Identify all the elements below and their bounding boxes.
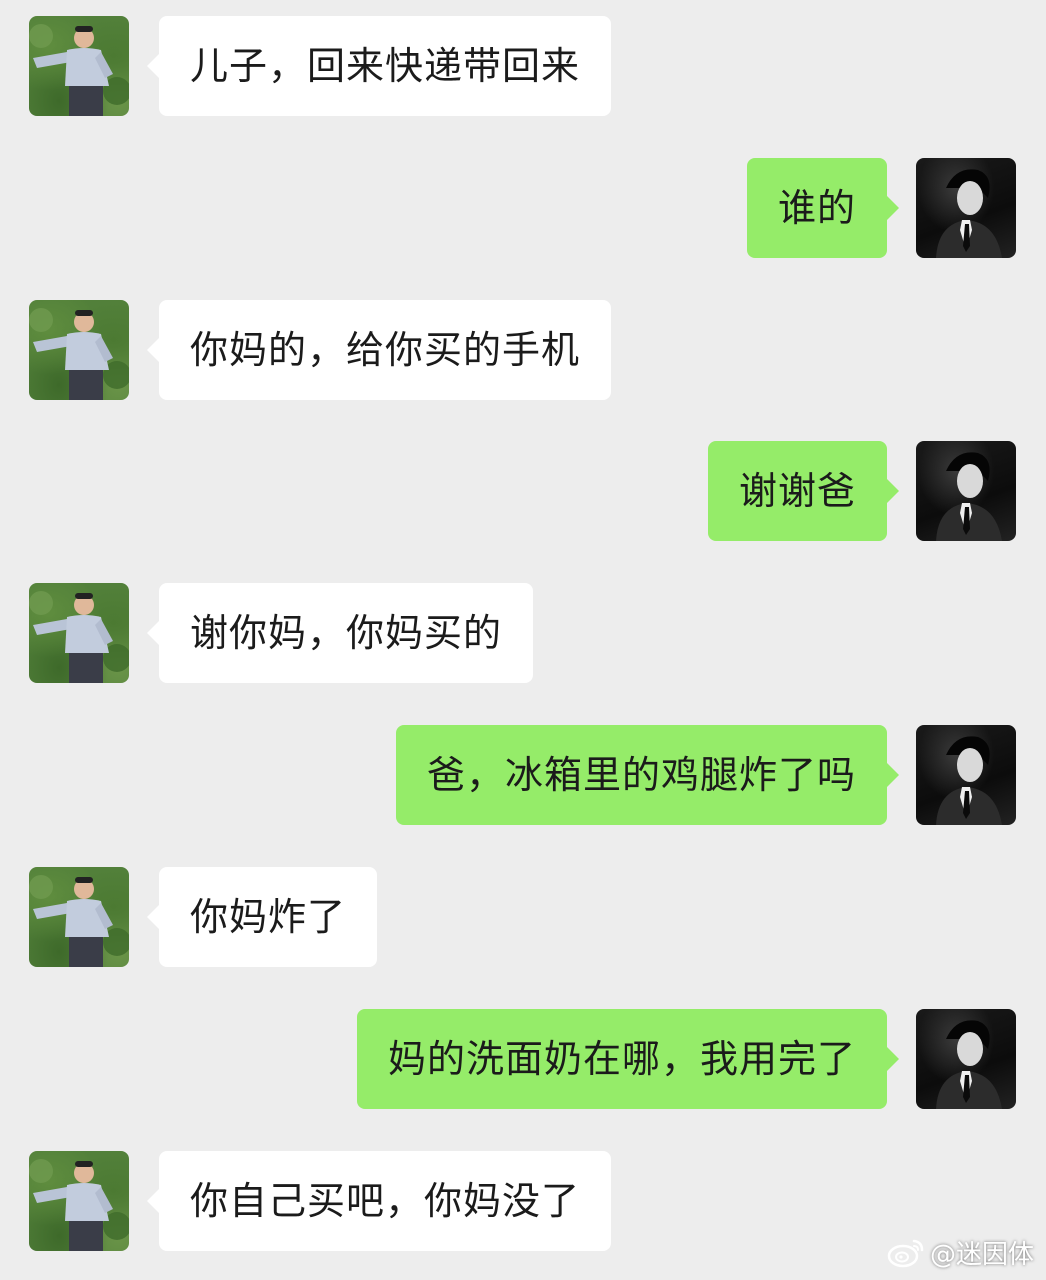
message-bubble[interactable]: 你妈炸了 xyxy=(146,867,378,967)
person-icon xyxy=(29,24,129,116)
message-row: 你妈炸了 xyxy=(0,867,1046,967)
dad-avatar[interactable] xyxy=(29,16,129,116)
person-icon xyxy=(936,169,1002,258)
message-row: 妈的洗面奶在哪，我用完了 xyxy=(0,1009,1046,1109)
son-avatar[interactable] xyxy=(916,1009,1016,1109)
dad-avatar[interactable] xyxy=(29,300,129,400)
person-icon xyxy=(936,736,1002,825)
person-icon xyxy=(29,308,129,400)
message-row: 谁的 xyxy=(0,158,1046,258)
watermark-text: @迷因体 xyxy=(929,1239,1034,1270)
son-avatar[interactable] xyxy=(916,158,1016,258)
person-icon xyxy=(936,1020,1002,1109)
message-bubble[interactable]: 谢你妈，你妈买的 xyxy=(146,583,534,683)
message-bubble[interactable]: 你自己买吧，你妈没了 xyxy=(146,1151,612,1251)
son-avatar[interactable] xyxy=(916,441,1016,541)
son-avatar[interactable] xyxy=(916,725,1016,825)
message-bubble[interactable]: 谢谢爸 xyxy=(707,441,900,541)
message-bubble[interactable]: 爸，冰箱里的鸡腿炸了吗 xyxy=(395,725,900,825)
person-icon xyxy=(29,875,129,967)
dad-avatar[interactable] xyxy=(29,583,129,683)
message-bubble[interactable]: 儿子，回来快递带回来 xyxy=(146,16,612,116)
weibo-icon xyxy=(886,1236,926,1268)
person-icon xyxy=(936,452,1002,541)
person-icon xyxy=(29,591,129,683)
message-bubble[interactable]: 你妈的，给你买的手机 xyxy=(146,300,612,400)
message-row: 谢你妈，你妈买的 xyxy=(0,583,1046,683)
dad-avatar[interactable] xyxy=(29,1151,129,1251)
message-row: 你妈的，给你买的手机 xyxy=(0,300,1046,400)
person-icon xyxy=(29,1159,129,1251)
message-row: 儿子，回来快递带回来 xyxy=(0,16,1046,116)
watermark: @迷因体 xyxy=(886,1234,1034,1270)
message-row: 谢谢爸 xyxy=(0,441,1046,541)
message-row: 爸，冰箱里的鸡腿炸了吗 xyxy=(0,725,1046,825)
dad-avatar[interactable] xyxy=(29,867,129,967)
message-bubble[interactable]: 妈的洗面奶在哪，我用完了 xyxy=(356,1009,900,1109)
message-bubble[interactable]: 谁的 xyxy=(746,158,900,258)
